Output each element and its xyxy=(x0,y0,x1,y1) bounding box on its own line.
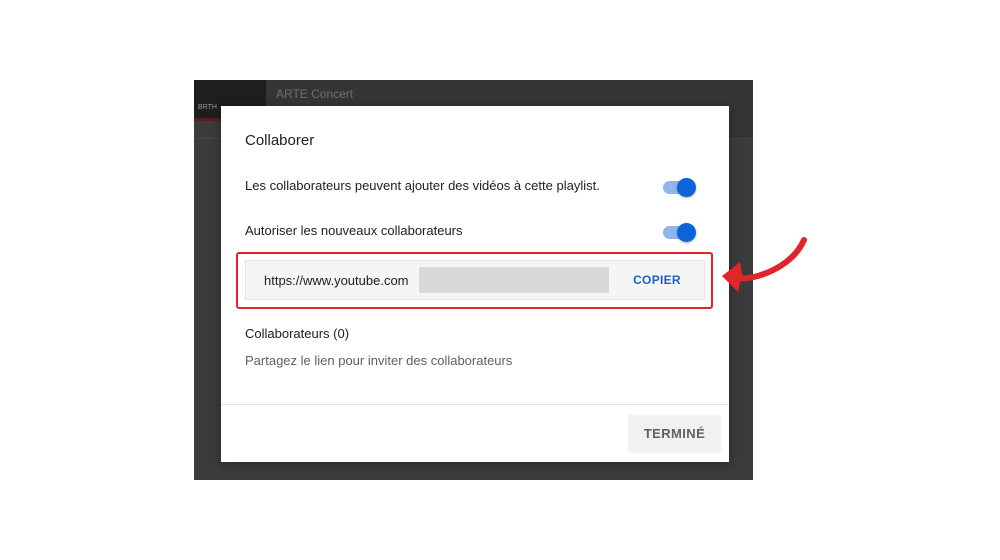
toggle-knob xyxy=(677,223,696,242)
setting-label-allow-add: Les collaborateurs peuvent ajouter des v… xyxy=(245,178,600,193)
thumbnail-label: BRTH xyxy=(198,104,217,111)
screenshot-stage: BRTH ARTE Concert Collaborer Les collabo… xyxy=(0,0,1000,560)
done-button[interactable]: TERMINÉ xyxy=(628,415,721,453)
setting-row-allow-add: Les collaborateurs peuvent ajouter des v… xyxy=(245,174,705,198)
allow-add-toggle[interactable] xyxy=(661,178,699,197)
new-collaborators-toggle[interactable] xyxy=(661,223,699,242)
footer-divider xyxy=(221,404,729,405)
highlight-box xyxy=(236,252,713,309)
curved-arrow-icon xyxy=(722,237,807,292)
collaborators-hint: Partagez le lien pour inviter des collab… xyxy=(245,353,513,368)
dialog-title: Collaborer xyxy=(245,132,315,149)
channel-title: ARTE Concert xyxy=(276,87,354,101)
setting-row-new-collaborators: Autoriser les nouveaux collaborateurs xyxy=(245,219,705,243)
toggle-knob xyxy=(677,178,696,197)
collaborators-heading: Collaborateurs (0) xyxy=(245,326,350,341)
setting-label-new-collaborators: Autoriser les nouveaux collaborateurs xyxy=(245,223,463,238)
